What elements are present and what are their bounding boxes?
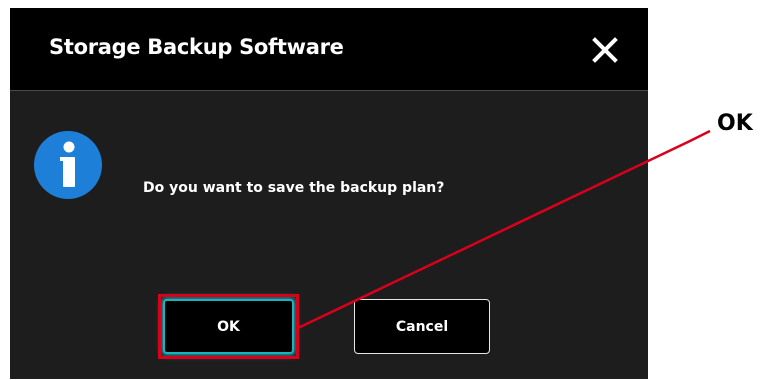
close-button[interactable]: [589, 34, 621, 66]
info-icon: [33, 130, 103, 200]
cancel-button-label: Cancel: [395, 318, 449, 335]
ok-button-label: OK: [217, 318, 240, 335]
dialog: Storage Backup Software Do you want to s…: [10, 8, 648, 379]
dialog-titlebar: Storage Backup Software: [10, 8, 648, 91]
ok-button[interactable]: OK: [163, 299, 294, 354]
close-icon: [592, 37, 618, 63]
dialog-message: Do you want to save the backup plan?: [143, 180, 445, 196]
callout-label: OK: [717, 111, 753, 136]
cancel-button[interactable]: Cancel: [354, 299, 490, 354]
dialog-title: Storage Backup Software: [49, 35, 344, 59]
page: Storage Backup Software Do you want to s…: [0, 0, 762, 380]
